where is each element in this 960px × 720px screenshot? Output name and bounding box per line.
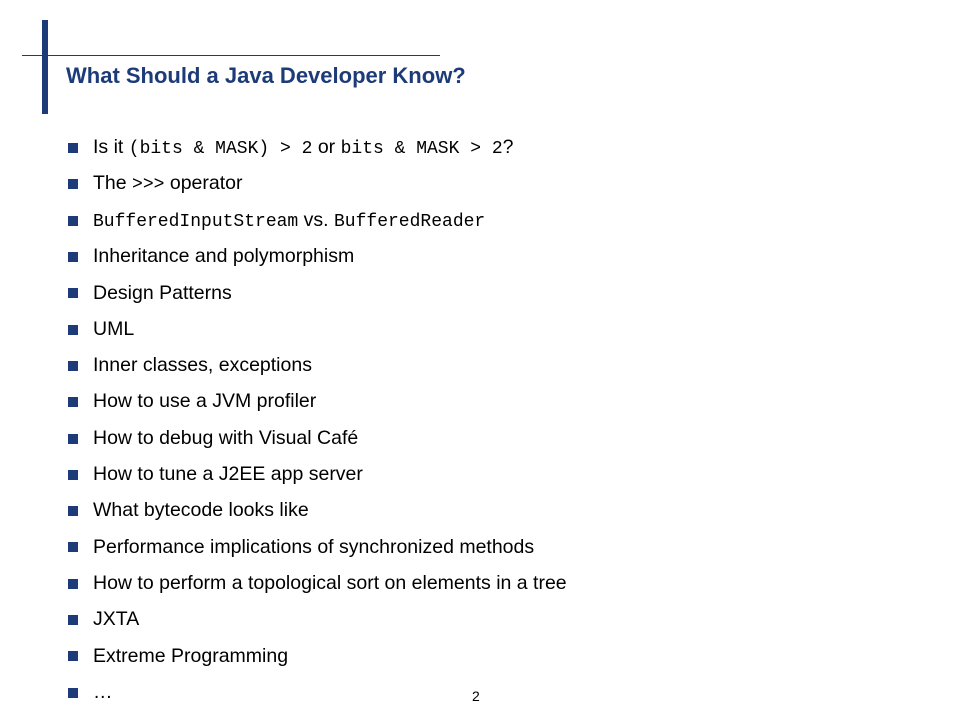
- bullet-text: Performance implications of synchronized…: [93, 535, 535, 558]
- bullet-text: …: [93, 680, 113, 703]
- bullet-square-icon: [68, 360, 78, 371]
- slide-title: What Should a Java Developer Know?: [66, 63, 466, 88]
- bullet-square-icon: [68, 179, 78, 190]
- bullet-text: BufferedInputStream vs. BufferedReader: [93, 208, 486, 232]
- bullet-item: Extreme Programming: [68, 638, 567, 674]
- bullet-item: Inheritance and polymorphism: [68, 239, 567, 275]
- bullet-square-icon: [68, 542, 78, 553]
- code-fragment: >>>: [132, 175, 165, 196]
- bullet-item: Is it (bits & MASK) > 2 or bits & MASK >…: [68, 130, 567, 166]
- bullet-square-icon: [68, 687, 78, 698]
- bullet-text: How to use a JVM profiler: [93, 392, 316, 412]
- bullet-item: Performance implications of synchronized…: [68, 529, 567, 565]
- text-fragment: Inner classes, exceptions: [93, 354, 312, 377]
- text-fragment: Design Patterns: [93, 281, 232, 304]
- code-fragment: bits & MASK > 2: [340, 139, 503, 160]
- text-fragment: How to debug with Visual Café: [93, 426, 359, 449]
- bullet-text: How to tune a J2EE app server: [93, 463, 363, 486]
- text-fragment: JXTA: [93, 608, 140, 631]
- text-fragment: What bytecode looks like: [93, 499, 309, 522]
- title-accent-bar: [42, 20, 48, 114]
- title-rule: [22, 55, 440, 56]
- code-fragment: BufferedInputStream: [93, 211, 299, 232]
- bullet-square-icon: [68, 288, 78, 299]
- bullet-text: Inner classes, exceptions: [93, 354, 312, 377]
- bullet-square-icon: [68, 469, 78, 480]
- bullet-item: What bytecode looks like: [68, 493, 567, 529]
- bullet-text: Design Patterns: [93, 281, 232, 304]
- text-fragment: operator: [164, 172, 243, 195]
- bullet-list: Is it (bits & MASK) > 2 or bits & MASK >…: [68, 130, 567, 711]
- bullet-item: How to use a JVM profiler: [68, 384, 567, 420]
- text-fragment: Extreme Programming: [93, 644, 289, 667]
- bullet-item: How to debug with Visual Café: [68, 420, 567, 456]
- bullet-square-icon: [68, 506, 78, 517]
- bullet-item: Design Patterns: [68, 275, 567, 311]
- text-fragment: vs.: [298, 208, 334, 231]
- bullet-text: Extreme Programming: [93, 644, 289, 667]
- bullet-item: UML: [68, 311, 567, 347]
- bullet-item: How to perform a topological sort on ele…: [68, 566, 567, 602]
- text-fragment: Performance implications of synchronized…: [93, 535, 535, 558]
- code-fragment: BufferedReader: [334, 211, 486, 232]
- bullet-text: The >>> operator: [93, 172, 243, 196]
- bullet-square-icon: [68, 615, 78, 625]
- text-fragment: …: [93, 680, 113, 703]
- text-fragment: How to tune a J2EE app server: [93, 463, 363, 486]
- bullet-square-icon: [68, 433, 78, 444]
- text-fragment: ?: [502, 136, 514, 159]
- bullet-item: Inner classes, exceptions: [68, 348, 567, 384]
- text-fragment: Is it: [93, 136, 129, 159]
- bullet-text: UML: [93, 317, 135, 340]
- bullet-item: BufferedInputStream vs. BufferedReader: [68, 203, 567, 239]
- text-fragment: or: [312, 136, 341, 159]
- bullet-item: The >>> operator: [68, 166, 567, 202]
- bullet-text: Inheritance and polymorphism: [93, 247, 354, 267]
- bullet-text: Is it (bits & MASK) > 2 or bits & MASK >…: [93, 136, 514, 160]
- text-fragment: Inheritance and polymorphism: [93, 245, 355, 268]
- page-number: 2: [472, 688, 480, 704]
- bullet-square-icon: [68, 397, 78, 408]
- text-fragment: How to use a JVM profiler: [93, 390, 317, 413]
- text-fragment: UML: [93, 317, 135, 340]
- bullet-text: What bytecode looks like: [93, 501, 309, 521]
- bullet-square-icon: [68, 143, 78, 154]
- bullet-square-icon: [68, 578, 78, 589]
- bullet-square-icon: [68, 252, 78, 263]
- bullet-square-icon: [68, 651, 78, 662]
- bullet-text: How to debug with Visual Café: [93, 426, 359, 449]
- code-fragment: (bits & MASK) > 2: [128, 139, 313, 160]
- bullet-item: …: [68, 674, 567, 710]
- bullet-square-icon: [68, 215, 78, 226]
- bullet-item: JXTA: [68, 602, 567, 638]
- bullet-square-icon: [68, 324, 78, 335]
- text-fragment: How to perform a topological sort on ele…: [93, 571, 567, 594]
- bullet-text: JXTA: [93, 610, 139, 630]
- bullet-item: How to tune a J2EE app server: [68, 457, 567, 493]
- text-fragment: The: [93, 172, 133, 195]
- bullet-text: How to perform a topological sort on ele…: [93, 571, 567, 594]
